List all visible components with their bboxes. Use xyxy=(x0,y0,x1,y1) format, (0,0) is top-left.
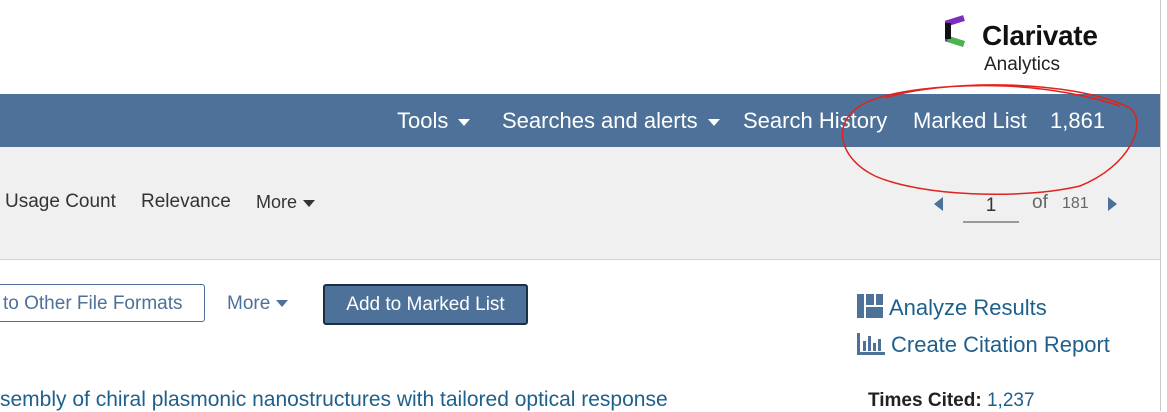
brand-subtitle: Analytics xyxy=(984,54,1061,75)
analyze-icon xyxy=(857,294,883,318)
analyze-results-link[interactable]: Analyze Results xyxy=(857,294,1047,321)
nav-tools-label: Tools xyxy=(397,108,449,133)
sort-more-dropdown[interactable]: More xyxy=(256,192,316,213)
export-other-formats-button[interactable]: to Other File Formats xyxy=(0,284,205,322)
sort-usage-count[interactable]: Usage Count xyxy=(5,191,116,213)
clarivate-logo[interactable]: Clarivate Analytics xyxy=(940,12,1110,75)
nav-marked-list[interactable]: Marked List xyxy=(913,108,1027,134)
marked-list-count[interactable]: 1,861 xyxy=(1050,108,1105,134)
add-to-marked-list-button[interactable]: Add to Marked List xyxy=(323,284,528,325)
more-actions-dropdown[interactable]: More xyxy=(227,293,289,315)
nav-searches-alerts-label: Searches and alerts xyxy=(502,108,698,133)
page-number-input[interactable] xyxy=(963,191,1019,223)
chevron-down-icon xyxy=(303,199,316,207)
result-title-link[interactable]: sembly of chiral plasmonic nanostructure… xyxy=(0,388,668,412)
bar-chart-icon xyxy=(857,333,885,355)
chevron-down-icon xyxy=(458,118,471,126)
times-cited: Times Cited: 1,237 xyxy=(868,390,1035,412)
next-page-icon[interactable] xyxy=(1108,197,1117,211)
pager-of-label: of xyxy=(1032,192,1048,213)
top-header: Clarivate Analytics xyxy=(0,0,1160,94)
analyze-results-label: Analyze Results xyxy=(889,295,1047,320)
times-cited-count[interactable]: 1,237 xyxy=(987,390,1035,411)
nav-searches-alerts[interactable]: Searches and alerts xyxy=(502,108,720,134)
sort-relevance[interactable]: Relevance xyxy=(141,191,231,213)
main-navbar: Tools Searches and alerts Search History… xyxy=(0,94,1160,147)
pager-total-pages: 181 xyxy=(1062,195,1089,212)
sort-more-label: More xyxy=(256,192,298,212)
results-area: to Other File Formats More Add to Marked… xyxy=(0,260,1160,411)
chevron-down-icon xyxy=(276,300,289,308)
clarivate-logo-icon xyxy=(945,15,965,47)
previous-page-icon[interactable] xyxy=(934,197,943,211)
sort-bar: Usage Count Relevance More of 181 xyxy=(0,147,1160,260)
create-citation-report-link[interactable]: Create Citation Report xyxy=(857,332,1110,358)
chevron-down-icon xyxy=(707,118,720,126)
scrollbar[interactable] xyxy=(1160,0,1167,411)
more-actions-label: More xyxy=(227,293,271,314)
times-cited-label: Times Cited: xyxy=(868,390,982,411)
create-citation-report-label: Create Citation Report xyxy=(891,332,1110,357)
nav-search-history[interactable]: Search History xyxy=(743,108,887,134)
nav-tools[interactable]: Tools xyxy=(397,108,471,134)
brand-name: Clarivate xyxy=(982,20,1098,51)
